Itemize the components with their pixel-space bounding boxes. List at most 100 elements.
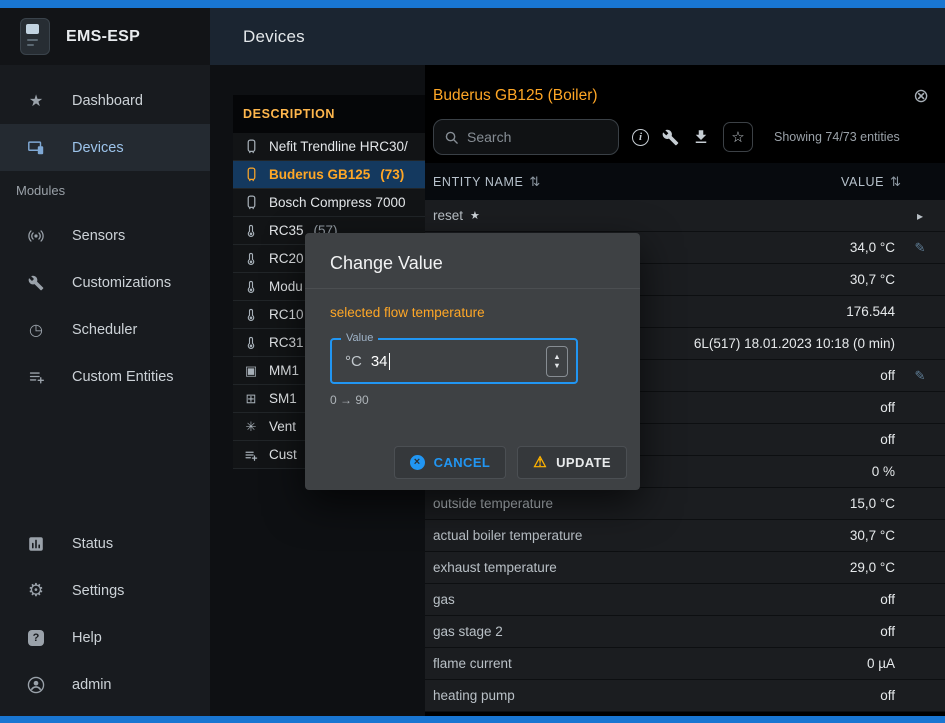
entity-value: off: [880, 624, 895, 639]
entity-row[interactable]: heating pump off: [425, 680, 945, 712]
custom-list-icon: [243, 448, 259, 462]
entity-table-header: ENTITY NAME ⇅ VALUE ⇅: [425, 163, 945, 200]
entity-value: 15,0 °C: [850, 496, 895, 511]
thermostat-icon: [243, 252, 259, 266]
download-icon[interactable]: [692, 128, 710, 146]
sidebar-item-sensors[interactable]: Sensors: [0, 212, 210, 259]
app-logo-icon: [20, 18, 50, 55]
sidebar-item-help[interactable]: ? Help: [0, 614, 210, 661]
value-column-header[interactable]: VALUE: [841, 175, 884, 189]
entities-count-text: Showing 74/73 entities: [774, 130, 900, 144]
entity-value: 34,0 °C: [850, 240, 895, 255]
entity-value: 30,7 °C: [850, 528, 895, 543]
page-title: Devices: [243, 27, 305, 47]
device-name: RC35: [269, 223, 304, 238]
app-title: EMS-ESP: [66, 28, 140, 46]
devices-icon: [26, 139, 46, 157]
text-caret: [389, 353, 391, 370]
device-name: Modu: [269, 279, 303, 294]
entity-value: 176.544: [846, 304, 895, 319]
device-row[interactable]: Nefit Trendline HRC30/: [233, 133, 426, 161]
value-input[interactable]: 34: [371, 353, 388, 370]
device-row-selected[interactable]: Buderus GB125 (73): [233, 161, 426, 189]
edit-icon[interactable]: ✎: [915, 240, 926, 256]
tools-icon[interactable]: [662, 129, 679, 146]
boiler-icon: [243, 167, 259, 182]
sort-icon[interactable]: ⇅: [890, 174, 901, 190]
playlist-add-icon: [26, 368, 46, 385]
entity-row[interactable]: outside temperature 15,0 °C: [425, 488, 945, 520]
sidebar-item-label: Custom Entities: [72, 369, 174, 385]
device-name: SM1: [269, 391, 297, 406]
fan-icon: ✳: [243, 419, 259, 435]
entity-name: heating pump: [433, 688, 515, 703]
device-row[interactable]: Bosch Compress 7000: [233, 189, 426, 217]
entity-name: outside temperature: [433, 496, 553, 511]
entity-value: off: [880, 432, 895, 447]
entity-name: flame current: [433, 656, 512, 671]
entity-value: off: [880, 688, 895, 703]
sidebar: EMS-ESP ★ Dashboard Devices Modules: [0, 8, 210, 716]
chevron-right-icon[interactable]: ▸: [917, 209, 923, 223]
update-button[interactable]: ⚠ UPDATE: [517, 446, 627, 479]
change-value-dialog: Change Value selected flow temperature V…: [305, 233, 640, 490]
device-list-header: DESCRIPTION: [233, 95, 426, 133]
sidebar-item-customizations[interactable]: Customizations: [0, 259, 210, 306]
sidebar-item-label: admin: [72, 677, 112, 693]
info-icon[interactable]: i: [632, 129, 649, 146]
value-field[interactable]: Value °C 34 ▲ ▼: [330, 338, 578, 384]
entity-value: off: [880, 592, 895, 607]
account-icon: [26, 676, 46, 694]
edit-icon[interactable]: ✎: [915, 368, 926, 384]
entity-panel-title: Buderus GB125 (Boiler): [425, 65, 945, 105]
entity-row[interactable]: gas stage 2 off: [425, 616, 945, 648]
sort-icon[interactable]: ⇅: [529, 174, 540, 190]
entity-value: off: [880, 368, 895, 383]
sidebar-item-settings[interactable]: ⚙ Settings: [0, 567, 210, 614]
cancel-button[interactable]: × CANCEL: [394, 446, 507, 479]
gear-icon: ⚙: [26, 580, 46, 601]
stepper-down-icon[interactable]: ▼: [553, 362, 560, 370]
device-name: RC10: [269, 307, 304, 322]
dialog-title: Change Value: [305, 233, 640, 289]
entity-row[interactable]: actual boiler temperature 30,7 °C: [425, 520, 945, 552]
entity-value: 29,0 °C: [850, 560, 895, 575]
ems-esp-app: EMS-ESP ★ Dashboard Devices Modules: [0, 0, 945, 723]
favorites-filter-icon[interactable]: ☆: [723, 122, 753, 152]
device-name: Vent: [269, 419, 296, 434]
device-name: Cust: [269, 447, 297, 462]
entity-row[interactable]: exhaust temperature 29,0 °C: [425, 552, 945, 584]
sidebar-item-status[interactable]: Status: [0, 520, 210, 567]
entity-row[interactable]: reset★ ▸: [425, 200, 945, 232]
stepper-up-icon[interactable]: ▲: [553, 353, 560, 361]
sidebar-item-custom-entities[interactable]: Custom Entities: [0, 353, 210, 400]
sidebar-item-scheduler[interactable]: ◷ Scheduler: [0, 306, 210, 353]
sidebar-item-dashboard[interactable]: ★ Dashboard: [0, 77, 210, 124]
warning-icon: ⚠: [533, 455, 547, 470]
entity-row[interactable]: gas off: [425, 584, 945, 616]
entity-row[interactable]: flame current 0 µA: [425, 648, 945, 680]
dialog-body: selected flow temperature Value °C 34 ▲ …: [305, 289, 640, 407]
sidebar-item-devices[interactable]: Devices: [0, 124, 210, 171]
entity-search[interactable]: [433, 119, 619, 155]
number-stepper[interactable]: ▲ ▼: [546, 346, 568, 377]
solar-module-icon: ⊞: [243, 391, 259, 407]
sidebar-item-label: Customizations: [72, 275, 171, 291]
thermostat-icon: [243, 280, 259, 294]
clock-icon: ◷: [26, 320, 46, 340]
device-name: Bosch Compress 7000: [269, 195, 406, 210]
entity-value: 0 µA: [867, 656, 895, 671]
boiler-icon: [243, 139, 259, 154]
sidebar-bottom-group: Status ⚙ Settings ? Help admin: [0, 520, 210, 716]
sidebar-item-label: Scheduler: [72, 322, 137, 338]
sidebar-item-admin[interactable]: admin: [0, 661, 210, 708]
close-icon[interactable]: ⊗: [913, 87, 929, 106]
device-count: (73): [380, 167, 404, 182]
search-input[interactable]: [467, 129, 608, 145]
search-icon: [444, 130, 459, 145]
help-icon: ?: [26, 630, 46, 646]
entity-name: reset: [433, 208, 463, 223]
thermostat-icon: [243, 308, 259, 322]
value-range-hint: 0 → 90: [330, 393, 616, 407]
entity-name-column-header[interactable]: ENTITY NAME: [433, 175, 523, 189]
